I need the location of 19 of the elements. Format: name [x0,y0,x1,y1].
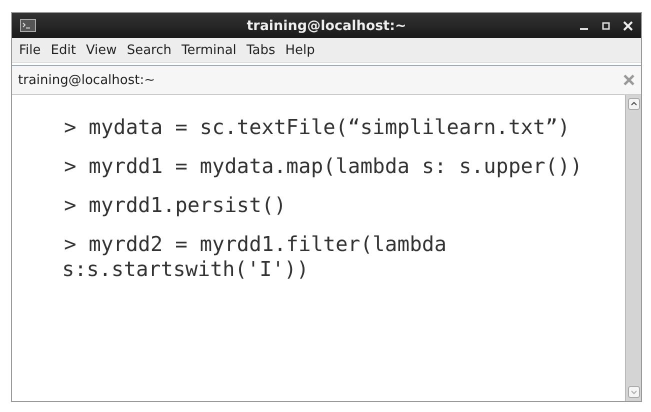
maximize-icon[interactable] [601,20,611,30]
command-line: > myrdd2 = myrdd1.filter(lambda [64,232,447,256]
command-line: > myrdd1 = mydata.map(lambda s: s.upper()) [64,154,582,178]
menu-item[interactable]: Terminal [181,42,236,58]
window-title: training@localhost:~ [246,18,406,34]
command-line: > mydata = sc.textFile(“simplilearn.txt”) [64,115,570,139]
menu-item[interactable]: Edit [50,42,76,58]
terminal-icon [20,19,36,32]
menu-item[interactable]: Tabs [246,42,276,58]
menu-item[interactable]: View [86,42,117,58]
tab-title: training@localhost:~ [18,72,155,88]
command-line: s:s.startswith('I')) [62,257,309,281]
command-line: > myrdd1.persist() [64,193,286,217]
scroll-up-icon[interactable] [628,98,640,110]
menu-item[interactable]: File [19,42,41,58]
menu-item[interactable]: Search [126,42,172,58]
tab[interactable]: training@localhost:~ [12,65,641,95]
menu-item[interactable]: Help [285,42,315,58]
scrollbar[interactable] [625,95,641,401]
